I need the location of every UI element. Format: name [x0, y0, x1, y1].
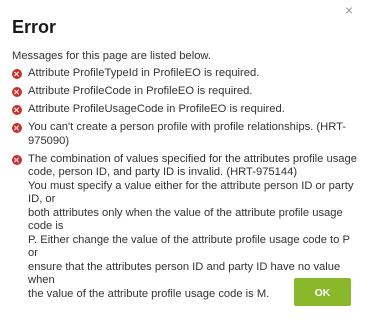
message-item: You can't create a person profile with p… [12, 121, 358, 148]
message-item: Attribute ProfileTypeId in ProfileEO is … [12, 67, 358, 81]
error-icon [12, 154, 22, 165]
intro-text: Messages for this page are listed below. [12, 50, 211, 62]
error-icon [12, 105, 22, 115]
message-item: Attribute ProfileUsageCode in ProfileEO … [12, 103, 358, 117]
error-icon [12, 69, 22, 79]
message-text: Attribute ProfileTypeId in ProfileEO is … [28, 67, 260, 79]
close-icon[interactable]: × [345, 3, 353, 17]
error-icon [12, 87, 22, 97]
ok-button[interactable]: OK [294, 278, 351, 306]
error-icon [12, 123, 22, 133]
message-text: You can't create a person profile with p… [28, 121, 347, 147]
dialog-title: Error [12, 17, 57, 37]
message-item: Attribute ProfileCode in ProfileEO is re… [12, 85, 358, 99]
error-dialog: × Error Messages for this page are liste… [0, 0, 369, 320]
message-text: Attribute ProfileCode in ProfileEO is re… [28, 85, 253, 97]
message-text: Attribute ProfileUsageCode in ProfileEO … [28, 103, 285, 115]
message-list: Attribute ProfileTypeId in ProfileEO is … [12, 67, 358, 306]
